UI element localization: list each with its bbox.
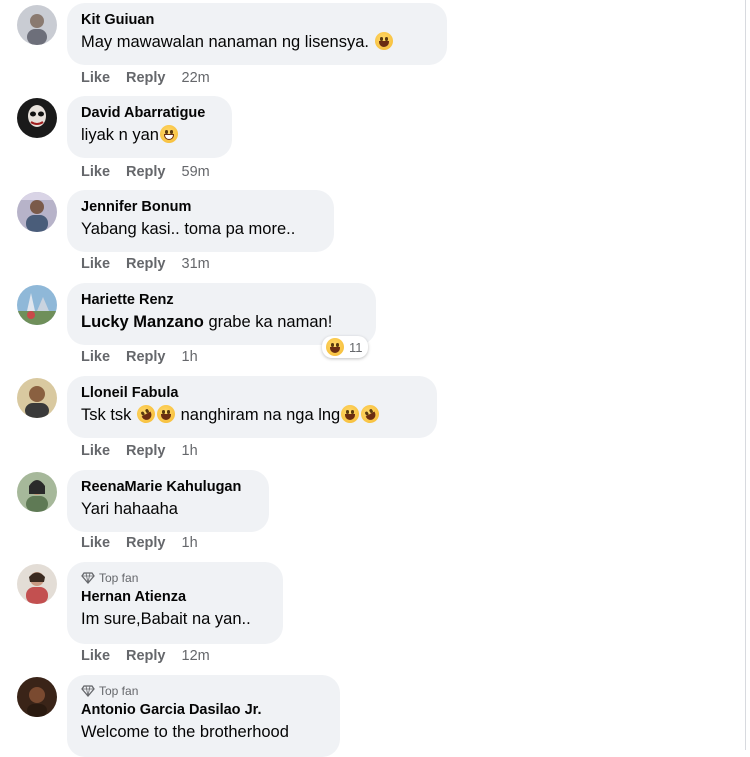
like-button[interactable]: Like [81, 349, 110, 365]
reply-button[interactable]: Reply [126, 648, 166, 664]
comment-text: liyak n yan [81, 124, 218, 146]
comment-text: Lucky Manzano grabe ka naman! [81, 311, 362, 333]
avatar[interactable] [17, 98, 57, 138]
comment-bubble: Top fan Antonio Garcia Dasilao Jr. Welco… [67, 675, 340, 757]
comment-author[interactable]: Kit Guiuan [81, 11, 433, 29]
comment-time[interactable]: 1h [182, 349, 198, 365]
reply-button[interactable]: Reply [126, 443, 166, 459]
comment-author[interactable]: Antonio Garcia Dasilao Jr. [81, 701, 326, 719]
comment-text-content: grabe ka naman! [203, 313, 333, 331]
avatar[interactable] [17, 472, 57, 512]
comment-text: Tsk tsk nanghiram na nga lng [81, 401, 423, 427]
comment-bubble: David Abarratigue liyak n yan [67, 96, 232, 158]
comment-author[interactable]: David Abarratigue [81, 104, 218, 122]
avatar[interactable] [17, 192, 57, 232]
badge-label: Top fan [99, 571, 139, 585]
comment-author[interactable]: Hernan Atienza [81, 588, 269, 606]
laugh-emoji-icon [374, 32, 393, 50]
like-button[interactable]: Like [81, 164, 110, 180]
reaction-summary[interactable]: 11 [322, 336, 368, 358]
reply-button[interactable]: Reply [126, 70, 166, 86]
laugh-emoji-icon [326, 338, 344, 356]
reaction-count: 11 [349, 339, 363, 355]
panel-border [745, 0, 746, 750]
badge-label: Top fan [99, 684, 139, 698]
comment-bubble: ReenaMarie Kahulugan Yari hahaaha [67, 470, 269, 532]
rofl-emoji-icon [357, 401, 383, 427]
avatar[interactable] [17, 378, 57, 418]
mention-link[interactable]: Lucky Manzano [81, 313, 204, 331]
reply-button[interactable]: Reply [126, 349, 166, 365]
comment-time[interactable]: 22m [182, 70, 210, 86]
like-button[interactable]: Like [81, 535, 110, 551]
top-fan-badge[interactable]: Top fan [81, 570, 269, 586]
comment-actions: Like Reply 1h [81, 535, 198, 551]
comment-text: Yabang kasi.. toma pa more.. [81, 220, 296, 238]
comment-text-content: May mawawalan nanaman ng lisensya. [81, 33, 374, 51]
comment-actions: Like Reply 22m [81, 70, 210, 86]
comment-text-content: liyak n yan [81, 126, 159, 144]
comment-text-content: Tsk tsk [81, 406, 137, 424]
avatar[interactable] [17, 677, 57, 717]
comment-author[interactable]: Jennifer Bonum [81, 198, 320, 216]
comment-actions: Like Reply 59m [81, 164, 210, 180]
comment-time[interactable]: 1h [182, 443, 198, 459]
like-button[interactable]: Like [81, 256, 110, 272]
comment-author[interactable]: Hariette Renz [81, 291, 362, 309]
comment-time[interactable]: 31m [182, 256, 210, 272]
comment-bubble: Kit Guiuan May mawawalan nanaman ng lise… [67, 3, 447, 65]
comment-author[interactable]: Lloneil Fabula [81, 384, 423, 402]
comment-actions: Like Reply 31m [81, 256, 210, 272]
reply-button[interactable]: Reply [126, 164, 166, 180]
comment-actions: Like Reply 12m [81, 648, 210, 664]
comment-text: Yari hahaaha [81, 500, 178, 518]
comment-time[interactable]: 59m [182, 164, 210, 180]
comment-bubble: Jennifer Bonum Yabang kasi.. toma pa mor… [67, 190, 334, 252]
reply-button[interactable]: Reply [126, 256, 166, 272]
diamond-icon [81, 572, 95, 584]
comment-text: Welcome to the brotherhood [81, 723, 289, 741]
comment-text: Im sure,Babait na yan.. [81, 610, 251, 628]
like-button[interactable]: Like [81, 648, 110, 664]
comment-actions: Like Reply 1h [81, 349, 198, 365]
rofl-emoji-icon [133, 401, 159, 427]
comment-actions: Like Reply 1h [81, 443, 198, 459]
comment-bubble: Lloneil Fabula Tsk tsk nanghiram na nga … [67, 376, 437, 438]
comment-bubble: Top fan Hernan Atienza Im sure,Babait na… [67, 562, 283, 644]
comment-time[interactable]: 1h [182, 535, 198, 551]
avatar[interactable] [17, 5, 57, 45]
avatar[interactable] [17, 564, 57, 604]
like-button[interactable]: Like [81, 443, 110, 459]
reply-button[interactable]: Reply [126, 535, 166, 551]
grin-emoji-icon [159, 125, 178, 143]
laugh-emoji-icon [157, 405, 176, 423]
comment-author[interactable]: ReenaMarie Kahulugan [81, 478, 255, 496]
comment-text-content: nanghiram na nga lng [176, 406, 341, 424]
comment-time[interactable]: 12m [182, 648, 210, 664]
top-fan-badge[interactable]: Top fan [81, 683, 326, 699]
like-button[interactable]: Like [81, 70, 110, 86]
comment-text: May mawawalan nanaman ng lisensya. [81, 31, 433, 53]
avatar[interactable] [17, 285, 57, 325]
diamond-icon [81, 685, 95, 697]
laugh-emoji-icon [341, 405, 360, 423]
